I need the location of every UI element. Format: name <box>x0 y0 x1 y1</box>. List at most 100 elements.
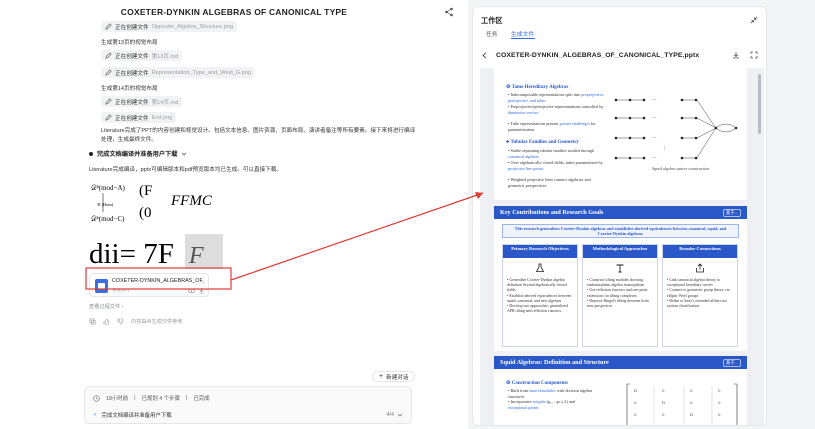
chat-title: COXETER-DYNKIN ALGEBRAS OF CANONICAL TYP… <box>120 7 348 17</box>
summary-text: Literature完成了PPT的内容创建和视觉设计。包括文本信息、图片资源、页… <box>101 128 416 143</box>
workspace-title: 工作区 <box>481 16 503 25</box>
tab-tasks[interactable]: 任务 <box>486 29 498 38</box>
bullet-link: dimension vectors <box>508 109 539 115</box>
slide-logo: 基于... <box>722 359 741 367</box>
svg-text:⋮: ⋮ <box>662 146 667 152</box>
svg-text:D: D <box>690 412 693 417</box>
slide-squid-algebras: Squid Algebras: Definition and Structure… <box>494 356 747 425</box>
status-completed: 已完成 <box>193 396 210 402</box>
step-creating-file[interactable]: 正在创建文件 第14页.md <box>101 96 183 107</box>
task-heading[interactable]: 完成文档编译并准备用户下载 <box>89 149 187 158</box>
column-bullet: Establish derived equivalences between s… <box>507 293 572 303</box>
svg-text:0: 0 <box>718 400 721 405</box>
workspace-panel: 工作区 任务 生成文件 COXETER-DYNKIN_ALGEBRAS_OF_C… <box>472 6 767 426</box>
step-label: 正在创建文件 <box>115 70 149 77</box>
slide-tame-hereditary: ⚙ Tame Hereditary Algebras • Indecomposa… <box>494 68 747 200</box>
current-task-label: 完成文档编译并准备用户下载 <box>101 413 172 419</box>
column-bullet: Generalize Coxeter-Dynkin algebra defini… <box>507 278 567 293</box>
svg-text:⋯: ⋯ <box>652 115 657 121</box>
thumbs-up-icon[interactable] <box>103 318 110 325</box>
app-root: COXETER-DYNKIN ALGEBRAS OF CANONICAL TYP… <box>0 0 815 429</box>
diagram-caption: Squid algebra quiver construction <box>652 166 710 171</box>
task-status-box[interactable]: 18小时前 | 已规划 4 个步骤 | 已完成 ✓ 完成文档编译并准备用户下载 … <box>84 386 412 424</box>
thumbs-down-icon[interactable] <box>117 318 124 325</box>
slide1-heading-1-text: Tame Hereditary Algebras <box>511 85 569 90</box>
share-icon <box>696 263 704 273</box>
view-process-files-link[interactable]: 查看过程文件 › <box>89 303 123 310</box>
bullet-text: Incorporates <box>510 399 533 405</box>
step-label: 正在创建文件 <box>115 115 149 122</box>
back-arrow-icon[interactable] <box>481 52 488 59</box>
step-file-name: 第14页.md <box>151 99 179 106</box>
ai-reference-note: 内容由AI生成仅供参考 <box>131 319 183 325</box>
slide1-bullet: • Over algebraically closed fields, tube… <box>508 160 603 171</box>
pen-icon <box>105 98 112 105</box>
bullet-text: Built from <box>510 388 530 393</box>
message-actions: 内容由AI生成仅供参考 <box>89 318 183 325</box>
chevron-down-icon <box>397 413 403 417</box>
svg-text:0: 0 <box>634 400 637 405</box>
column-body: • Construct tilting modules showing endo… <box>587 278 649 309</box>
bullet-link: tame bimodules <box>529 388 556 393</box>
column-bullet: Link canonical algebra theory to excepti… <box>667 278 720 288</box>
methods-column: Methodological Approaches • Construct ti… <box>582 244 658 347</box>
svg-text:D: D <box>662 400 665 405</box>
bullet-link: weights <box>532 399 546 405</box>
slide2-header: Key Contributions and Research Goals 基于.… <box>494 206 747 219</box>
eye-icon[interactable] <box>188 288 195 294</box>
plus-icon: + <box>379 373 384 380</box>
viewer-scrollbar[interactable] <box>758 74 761 134</box>
step-label: 正在创建文件 <box>115 99 149 106</box>
pen-icon <box>105 69 112 76</box>
step-creating-file[interactable]: 正在创建文件 第13页.md <box>101 50 183 61</box>
status-summary-row: 18小时前 | 已规划 4 个步骤 | 已完成 <box>93 394 210 402</box>
preview-thumbnail[interactable]: 𝒟ᵇ(mod−A) ≅ |Hom( 𝒟ᵇ(mod−C) (F (0 FFMC d… <box>89 179 223 271</box>
slide1-bullet: • Preprojective/preinjective representat… <box>508 104 604 115</box>
column-bullet: Reprove Ringel's tilting theorem from ne… <box>587 298 649 309</box>
bullet-text: Preprojective/preinjective representatio… <box>510 104 604 109</box>
step-creating-file[interactable]: 正在创建文件 End.png <box>101 112 177 123</box>
pptx-file-card[interactable]: COXETER-DYNKIN_ALGEBRAS_OF_... 学术PPT <box>89 273 209 297</box>
divider: | <box>134 395 136 401</box>
new-chat-button[interactable]: + 新建对话 <box>372 371 416 382</box>
current-task-row[interactable]: ✓ 完成文档编译并准备用户下载 4/4 <box>93 411 403 419</box>
column-bullet: Use reflection functors and one-point ex… <box>587 288 648 298</box>
slide1-bullet: • Indecomposable representations split i… <box>508 92 605 103</box>
connections-column: Broader Connections • Link canonical alg… <box>662 244 738 347</box>
slide3-title: Squid Algebras: Definition and Structure <box>500 359 609 366</box>
step-label: 正在创建文件 <box>115 53 149 60</box>
slide1-heading-2: ♣ Tubular Families and Geometry <box>506 140 579 145</box>
svg-text:D: D <box>634 388 637 393</box>
file-card-type: 学术PPT <box>112 288 131 293</box>
step-creating-file[interactable]: 正在创建文件 Opposite_Algebra_Structure.png <box>101 21 238 32</box>
bullet-dot <box>89 151 93 156</box>
fullscreen-icon[interactable] <box>750 51 758 59</box>
svg-text:⋯: ⋯ <box>652 135 657 141</box>
step-text: 生成第14页的视觉布局 <box>101 86 158 92</box>
copy-icon[interactable] <box>89 318 96 325</box>
collapse-icon[interactable] <box>750 16 758 24</box>
bullet-link: exceptional points <box>508 404 539 410</box>
pen-icon <box>105 23 112 30</box>
slide3-heading: ⚙ Construction Components <box>506 381 568 386</box>
file-card-name: COXETER-DYNKIN_ALGEBRAS_OF_... <box>112 278 204 284</box>
share-icon[interactable] <box>444 7 454 17</box>
slide1-bullet: • Stable separating tubular families stu… <box>508 148 594 159</box>
slide1-bullet: • Tube representations present greater c… <box>508 121 596 132</box>
slide3-header: Squid Algebras: Definition and Structure… <box>494 356 747 369</box>
column-bullet: Construct tilting modules showing endomo… <box>587 278 645 288</box>
step-creating-file[interactable]: 正在创建文件 Representation_Type_and_Weyl_G.pn… <box>101 67 255 78</box>
slide-viewer[interactable]: ⚙ Tame Hereditary Algebras • Indecomposa… <box>480 68 764 425</box>
slide1-bullet: • Weighted projective lines connect alge… <box>508 177 591 188</box>
tab-generated-files[interactable]: 生成文件 <box>511 29 534 38</box>
svg-text:0: 0 <box>634 412 637 417</box>
bullet-text: Stable separating tubular families studi… <box>510 148 594 153</box>
download-icon[interactable] <box>198 287 205 294</box>
active-tab-indicator <box>511 38 535 40</box>
clock-icon <box>93 394 100 402</box>
new-chat-label: 新建对话 <box>386 374 409 381</box>
pen-icon <box>105 52 112 59</box>
matrix-figure: D 0 0 0 0 D 0 0 0 0 D 0 <box>626 383 738 425</box>
download-icon[interactable] <box>732 51 740 59</box>
compile-done-text: Literature完成编译，pptx可编辑版本和pdf预览版本均已生成。可以直… <box>89 167 283 173</box>
